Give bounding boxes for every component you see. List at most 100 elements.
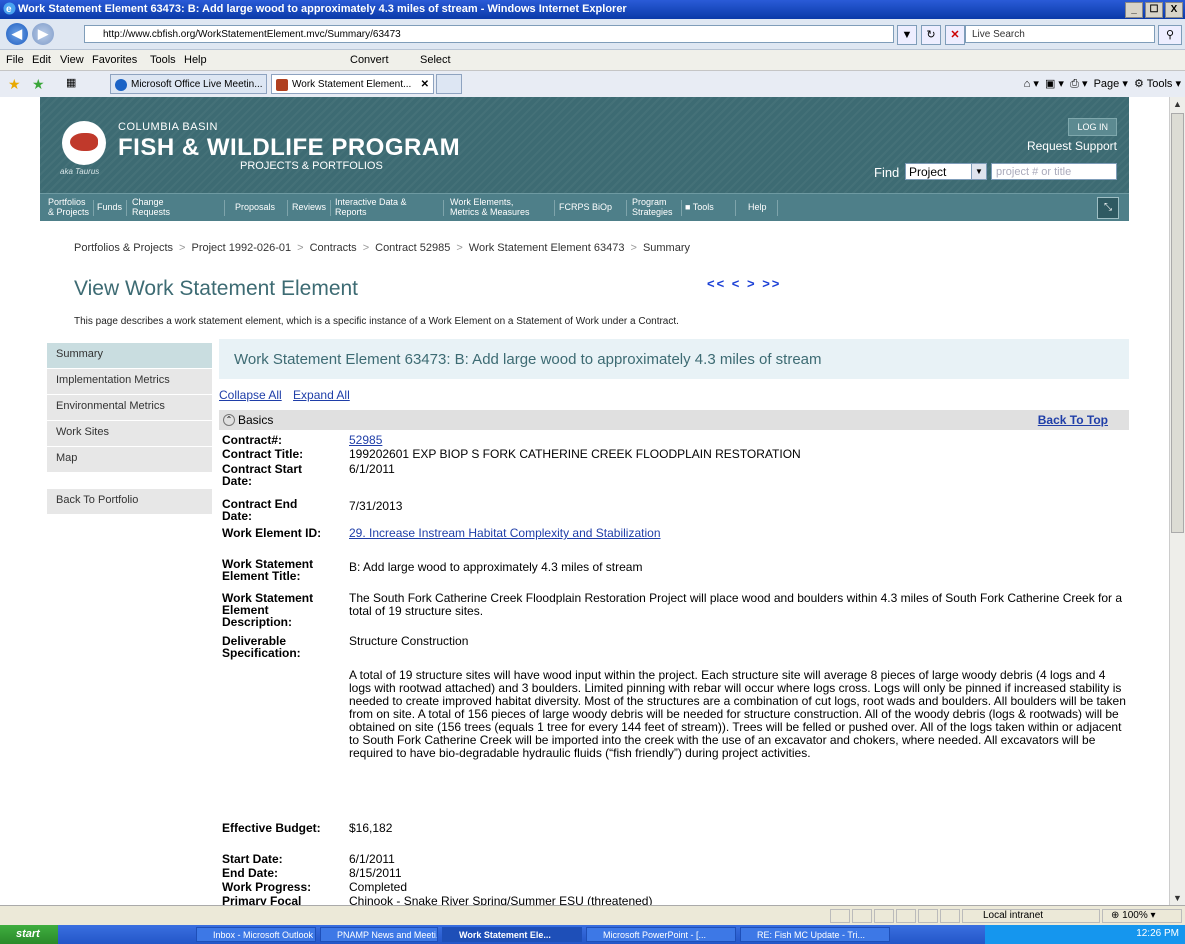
request-support-link[interactable]: Request Support (1027, 139, 1117, 153)
fish-logo-icon[interactable] (62, 121, 106, 165)
vertical-scrollbar[interactable]: ▲ ▼ (1169, 97, 1185, 905)
chevron-down-icon[interactable]: ▼ (971, 164, 986, 179)
feeds-icon[interactable]: ▣ (1045, 78, 1055, 90)
nav-funds[interactable]: Funds (97, 202, 122, 212)
find-select-value: Project (909, 165, 947, 179)
field-row: Contract Title: 199202601 EXP BIOP S FOR… (222, 447, 1127, 462)
nav-proposals[interactable]: Proposals (235, 202, 275, 212)
scroll-up-icon[interactable]: ▲ (1170, 97, 1185, 111)
live-search-input[interactable]: Live Search (965, 25, 1155, 43)
site-subtitle: PROJECTS & PORTFOLIOS (240, 160, 383, 172)
field-label: Contract Title: (222, 447, 304, 461)
field-row: Work Statement Element Description: The … (222, 589, 1127, 634)
menu-file[interactable]: File (6, 54, 24, 66)
nav-portfolios[interactable]: Portfolios & Projects (48, 197, 92, 217)
url-field[interactable]: http://www.cbfish.org/WorkStatementEleme… (84, 25, 894, 43)
tab-work-statement[interactable]: Work Statement Element... ✕ (271, 74, 434, 94)
find-type-select[interactable]: Project ▼ (905, 163, 987, 180)
back-to-top-link[interactable]: Back To Top (1038, 410, 1108, 430)
breadcrumb-contract[interactable]: Contract 52985 (375, 242, 450, 254)
tab-live-meeting[interactable]: Microsoft Office Live Meetin... (110, 74, 267, 94)
menu-view[interactable]: View (60, 54, 84, 66)
breadcrumb-contracts[interactable]: Contracts (310, 242, 357, 254)
left-nav-summary[interactable]: Summary (47, 343, 212, 369)
minimize-button[interactable]: _ (1125, 2, 1143, 18)
basics-section-header[interactable]: ⌃ Basics Back To Top (219, 410, 1129, 430)
menu-help[interactable]: Help (184, 54, 207, 66)
favorites-tab-bar: ★ ★ ▦ Microsoft Office Live Meetin... Wo… (0, 71, 1185, 98)
nav-work-elements[interactable]: Work Elements, Metrics & Measures (450, 197, 540, 217)
convert-button[interactable]: Convert (350, 54, 389, 66)
left-nav-implementation-metrics[interactable]: Implementation Metrics (47, 369, 212, 395)
taskbar-ie[interactable]: Work Statement Ele... (442, 927, 582, 942)
nav-reviews[interactable]: Reviews (292, 202, 326, 212)
zone-indicator[interactable]: Local intranet (962, 909, 1100, 923)
nav-help[interactable]: Help (748, 202, 767, 212)
aka-label: aka Taurus (60, 167, 100, 176)
left-nav-work-sites[interactable]: Work Sites (47, 421, 212, 447)
print-icon[interactable]: ⎙ (1070, 78, 1079, 90)
close-tab-icon[interactable]: ✕ (421, 75, 429, 93)
zoom-icon: ⊕ (1111, 910, 1120, 921)
nav-change-requests[interactable]: Change Requests (132, 197, 176, 217)
field-row: Contract Start Date: 6/1/2011 (222, 462, 1127, 491)
nav-program-strategies[interactable]: Program Strategies (632, 197, 676, 217)
new-tab-button[interactable] (436, 74, 462, 94)
taskbar-outlook[interactable]: Inbox - Microsoft Outlook (196, 927, 316, 942)
forward-button[interactable]: ▶ (32, 23, 54, 45)
work-element-link[interactable]: 29. Increase Instream Habitat Complexity… (349, 526, 661, 540)
stop-icon[interactable]: ✕ (945, 25, 965, 45)
page-menu[interactable]: Page (1094, 78, 1120, 90)
menu-tools[interactable]: Tools (150, 54, 176, 66)
field-label: Contract Start Date: (222, 462, 303, 488)
fullscreen-expand-icon[interactable]: ⤡ (1097, 197, 1119, 219)
taskbar-fish-mc[interactable]: RE: Fish MC Update - Tri... (740, 927, 890, 942)
breadcrumb-project[interactable]: Project 1992-026-01 (191, 242, 291, 254)
dropdown-icon[interactable]: ▼ (897, 25, 917, 45)
nav-fcrps-biop[interactable]: FCRPS BiOp (559, 202, 612, 212)
start-button[interactable]: start (0, 925, 58, 944)
add-favorites-icon[interactable]: ★ (32, 76, 45, 93)
left-nav-environmental-metrics[interactable]: Environmental Metrics (47, 395, 212, 421)
favorites-star-icon[interactable]: ★ (8, 76, 21, 93)
zoom-control[interactable]: ⊕ 100% ▾ (1102, 909, 1182, 923)
field-row: Effective Budget: $16,182 (222, 821, 1127, 852)
maximize-button[interactable]: ☐ (1145, 2, 1163, 18)
close-button[interactable]: X (1165, 2, 1183, 18)
chevron-up-icon[interactable]: ⌃ (223, 414, 235, 426)
window-title: Work Statement Element 63473: B: Add lar… (18, 3, 627, 15)
taskbar-pnamp[interactable]: PNAMP News and Meeti... (320, 927, 438, 942)
menu-favorites[interactable]: Favorites (92, 54, 137, 66)
back-button[interactable]: ◀ (6, 23, 28, 45)
back-to-portfolio-button[interactable]: Back To Portfolio (47, 489, 212, 515)
tools-menu[interactable]: Tools (1147, 78, 1173, 90)
breadcrumb-wse[interactable]: Work Statement Element 63473 (469, 242, 625, 254)
menu-edit[interactable]: Edit (32, 54, 51, 66)
scroll-thumb[interactable] (1171, 113, 1184, 533)
scroll-down-icon[interactable]: ▼ (1170, 891, 1185, 905)
refresh-icon[interactable]: ↻ (921, 25, 941, 45)
address-bar: ◀ ▶ http://www.cbfish.org/WorkStatementE… (0, 19, 1185, 50)
select-button[interactable]: Select (420, 54, 451, 66)
taskbar-powerpoint[interactable]: Microsoft PowerPoint - [... (586, 927, 736, 942)
project-search-input[interactable]: project # or title (991, 163, 1117, 180)
site-title[interactable]: FISH & WILDLIFE PROGRAM (118, 134, 460, 162)
record-pager[interactable]: << < > >> (707, 276, 781, 291)
field-value: $16,182 (349, 821, 393, 835)
login-button[interactable]: LOG IN (1068, 118, 1117, 136)
contract-link[interactable]: 52985 (349, 433, 382, 447)
nav-tools[interactable]: ■ Tools (685, 202, 714, 212)
nav-interactive-data[interactable]: Interactive Data & Reports (335, 197, 407, 217)
field-value: Chinook - Snake River Spring/Summer ESU … (349, 894, 653, 906)
home-icon[interactable]: ⌂ (1024, 78, 1031, 90)
field-row: Primary Focal Species: Chinook - Snake R… (222, 894, 1127, 906)
collapse-all-link[interactable]: Collapse All (219, 388, 282, 402)
field-row: Work Statement Element Title: B: Add lar… (222, 556, 1127, 589)
find-label: Find (874, 165, 900, 180)
expand-all-link[interactable]: Expand All (293, 388, 350, 402)
search-icon[interactable]: ⚲ (1158, 25, 1182, 45)
left-nav-map[interactable]: Map (47, 447, 212, 473)
breadcrumb-portfolios[interactable]: Portfolios & Projects (74, 242, 173, 254)
field-row: End Date: 8/15/2011 (222, 866, 1127, 880)
quick-tabs-icon[interactable]: ▦ (66, 76, 76, 89)
